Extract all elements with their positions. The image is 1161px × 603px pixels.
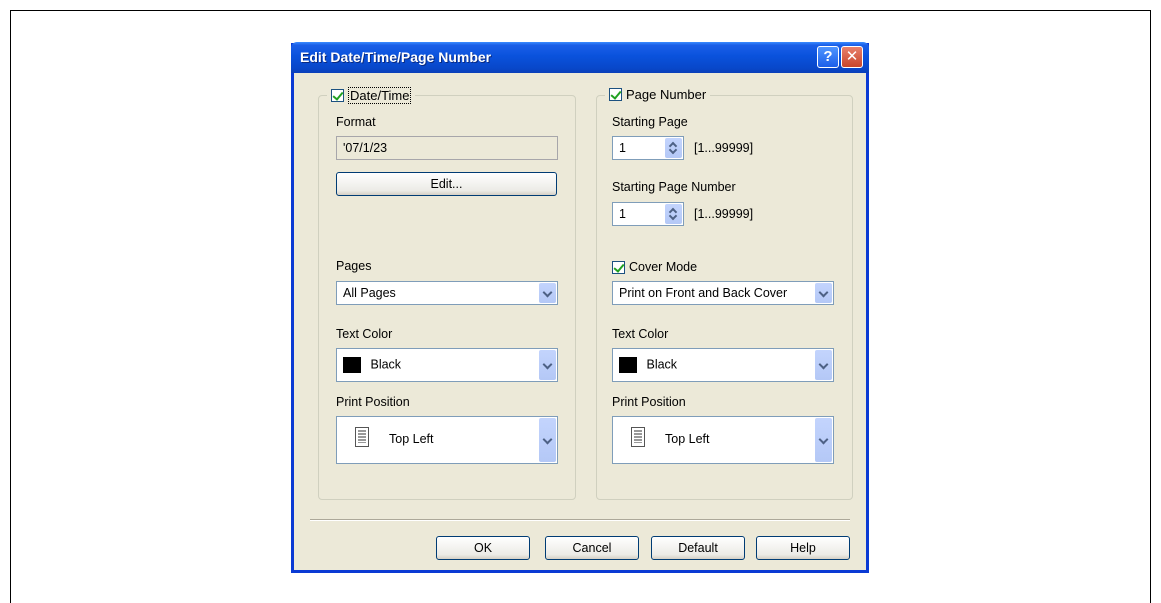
divider bbox=[310, 519, 850, 521]
page-number-legend: Page Number bbox=[605, 87, 711, 102]
pages-select[interactable]: All Pages bbox=[336, 281, 558, 305]
text-color-select-value: Black bbox=[646, 357, 678, 372]
text-color-select-value: Black bbox=[370, 357, 402, 372]
chevron-down-icon[interactable] bbox=[815, 350, 832, 380]
text-color-label: Text Color bbox=[336, 327, 393, 341]
starting-page-spinner[interactable]: 1 bbox=[612, 136, 684, 160]
print-position-select-value: Top Left bbox=[389, 432, 434, 446]
cover-mode-label[interactable]: Cover Mode bbox=[629, 260, 697, 274]
text-color-label: Text Color bbox=[612, 327, 669, 341]
cover-mode-select[interactable]: Print on Front and Back Cover bbox=[612, 281, 834, 305]
print-position-label: Print Position bbox=[612, 395, 686, 409]
page-number-group: Page Number Starting Page 1 [1...99999] … bbox=[596, 87, 853, 500]
cover-mode-select-value: Print on Front and Back Cover bbox=[619, 286, 788, 300]
color-swatch-icon bbox=[343, 357, 361, 373]
date-time-checkbox-label[interactable]: Date/Time bbox=[348, 87, 412, 104]
starting-page-value: 1 bbox=[619, 141, 626, 155]
cover-mode-checkbox[interactable] bbox=[612, 260, 625, 274]
starting-page-label: Starting Page bbox=[612, 115, 688, 129]
chevron-down-icon[interactable] bbox=[539, 283, 556, 303]
edit-button[interactable]: Edit... bbox=[336, 172, 557, 196]
dialog-content: Date/Time Format '07/1/23 Edit... Pages … bbox=[294, 73, 866, 570]
page-position-icon bbox=[631, 427, 645, 447]
spin-arrows-icon[interactable] bbox=[665, 138, 682, 158]
pages-label: Pages bbox=[336, 259, 372, 273]
help-button[interactable]: Help bbox=[756, 536, 850, 560]
date-time-group: Date/Time Format '07/1/23 Edit... Pages … bbox=[318, 87, 576, 500]
dialog-title: Edit Date/Time/Page Number bbox=[300, 49, 492, 65]
spin-arrows-icon[interactable] bbox=[665, 204, 682, 224]
print-position-select[interactable]: Top Left bbox=[612, 416, 834, 464]
page-number-checkbox[interactable] bbox=[609, 88, 622, 101]
default-button[interactable]: Default bbox=[651, 536, 745, 560]
text-color-select[interactable]: Black bbox=[336, 348, 558, 382]
chevron-down-icon[interactable] bbox=[539, 418, 556, 462]
chevron-down-icon[interactable] bbox=[815, 418, 832, 462]
close-button[interactable]: ✕ bbox=[841, 46, 863, 68]
starting-page-number-label: Starting Page Number bbox=[612, 180, 736, 194]
starting-page-number-spinner[interactable]: 1 bbox=[612, 202, 684, 226]
print-position-select[interactable]: Top Left bbox=[336, 416, 558, 464]
print-position-select-value: Top Left bbox=[665, 432, 710, 446]
title-bar: Edit Date/Time/Page Number ? ✕ bbox=[291, 42, 869, 73]
cancel-button[interactable]: Cancel bbox=[545, 536, 639, 560]
format-field: '07/1/23 bbox=[336, 136, 558, 160]
format-label: Format bbox=[336, 115, 376, 129]
text-color-select[interactable]: Black bbox=[612, 348, 834, 382]
chevron-down-icon[interactable] bbox=[815, 283, 832, 303]
starting-page-range: [1...99999] bbox=[694, 141, 754, 155]
color-swatch-icon bbox=[619, 357, 637, 373]
date-time-checkbox[interactable] bbox=[331, 89, 344, 102]
pages-select-value: All Pages bbox=[343, 286, 396, 300]
date-time-legend: Date/Time bbox=[327, 87, 416, 104]
edit-date-time-page-number-dialog: Edit Date/Time/Page Number ? ✕ Date/Time… bbox=[291, 42, 869, 573]
print-position-label: Print Position bbox=[336, 395, 410, 409]
page-number-checkbox-label[interactable]: Page Number bbox=[626, 87, 706, 102]
cover-mode-option[interactable]: Cover Mode bbox=[612, 260, 697, 274]
chevron-down-icon[interactable] bbox=[539, 350, 556, 380]
ok-button[interactable]: OK bbox=[436, 536, 530, 560]
page-position-icon bbox=[355, 427, 369, 447]
starting-page-number-range: [1...99999] bbox=[694, 207, 754, 221]
starting-page-number-value: 1 bbox=[619, 207, 626, 221]
help-title-button[interactable]: ? bbox=[817, 46, 839, 68]
